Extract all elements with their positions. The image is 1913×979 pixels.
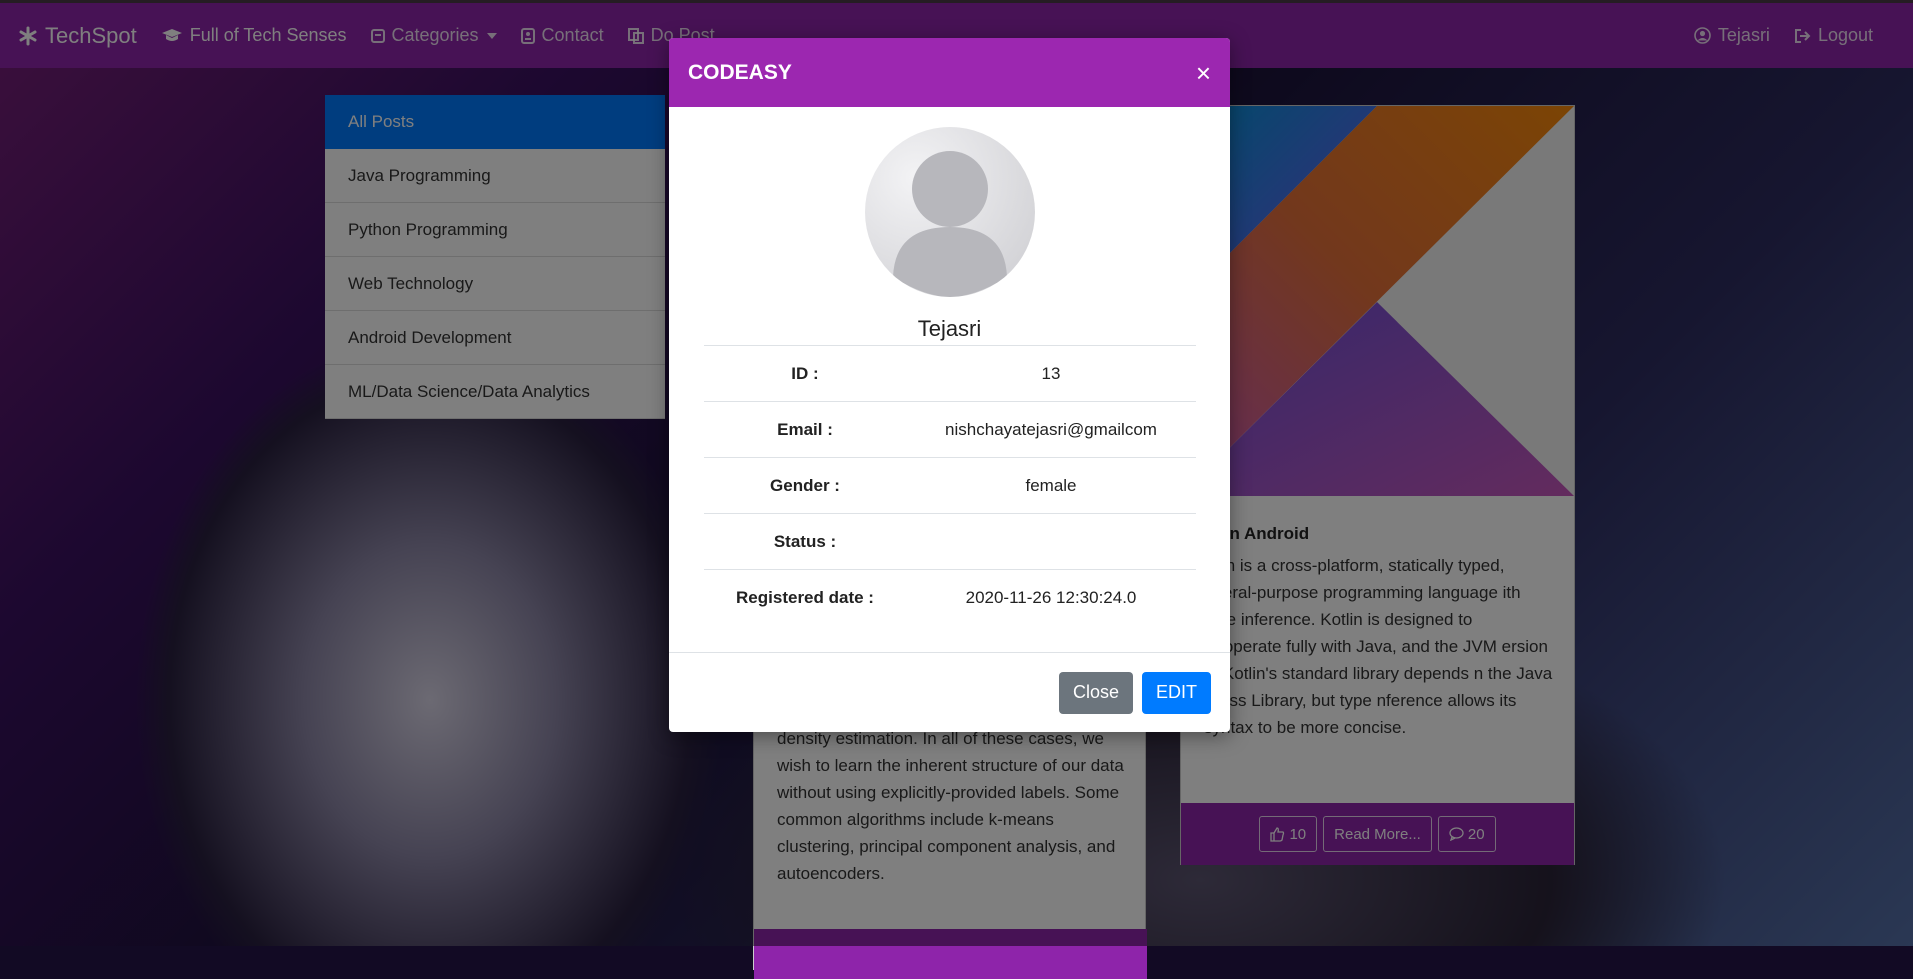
table-row: ID : 13 [704, 345, 1196, 402]
detail-label: ID : [704, 345, 906, 402]
detail-label: Email : [704, 401, 906, 458]
table-row: Registered date : 2020-11-26 12:30:24.0 [704, 569, 1196, 625]
profile-details-table: ID : 13 Email : nishchayatejasri@gmailco… [704, 345, 1196, 625]
detail-value [906, 513, 1196, 570]
detail-label: Status : [704, 513, 906, 570]
modal-title: CODEASY [688, 60, 792, 84]
modal-header: CODEASY × [669, 38, 1230, 107]
close-icon[interactable]: × [1196, 60, 1211, 86]
avatar [865, 127, 1035, 297]
edit-button[interactable]: EDIT [1141, 671, 1211, 714]
detail-label: Gender : [704, 457, 906, 514]
detail-value: 2020-11-26 12:30:24.0 [906, 569, 1196, 625]
table-row: Email : nishchayatejasri@gmailcom [704, 401, 1196, 458]
detail-value: female [906, 457, 1196, 514]
table-row: Status : [704, 513, 1196, 570]
close-button[interactable]: Close [1058, 671, 1133, 714]
table-row: Gender : female [704, 457, 1196, 514]
detail-value: nishchayatejasri@gmailcom [906, 401, 1196, 458]
detail-label: Registered date : [704, 569, 906, 625]
detail-value: 13 [906, 345, 1196, 402]
modal-footer: Close EDIT [669, 652, 1230, 732]
profile-modal: CODEASY × Tejasri ID : 13 Email : nishch… [669, 38, 1230, 732]
profile-username: Tejasri [917, 316, 982, 341]
